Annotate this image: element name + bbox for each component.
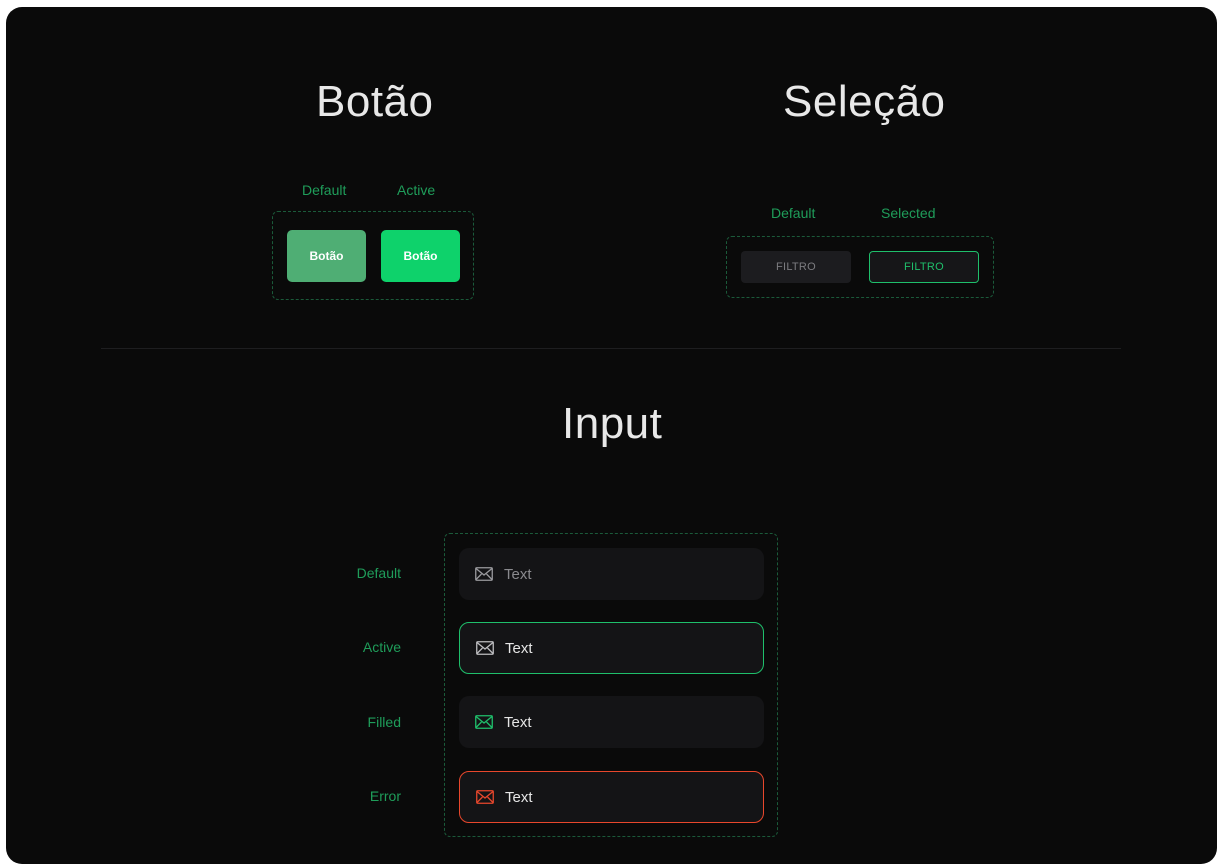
mail-icon — [476, 641, 494, 655]
button-active[interactable]: Botão — [381, 230, 460, 282]
filter-chip-default[interactable]: FILTRO — [741, 251, 851, 283]
selection-state-label-default: Default — [771, 205, 816, 221]
selection-state-label-selected: Selected — [881, 205, 936, 221]
buttons-section-title: Botão — [316, 77, 434, 126]
input-state-label-active: Active — [362, 639, 401, 655]
input-value: Text — [504, 713, 532, 731]
email-input-default[interactable]: Text — [459, 548, 764, 600]
mail-icon — [476, 790, 494, 804]
email-input-active[interactable]: Text — [459, 622, 764, 674]
button-default[interactable]: Botão — [287, 230, 366, 282]
input-state-label-error: Error — [369, 788, 401, 804]
input-value: Text — [504, 565, 532, 583]
button-state-label-default: Default — [302, 182, 347, 198]
buttons-variant-group: Botão Botão — [272, 211, 474, 300]
input-value: Text — [505, 639, 533, 657]
mail-icon — [475, 567, 493, 581]
input-section-title: Input — [562, 399, 663, 448]
input-value: Text — [505, 788, 533, 806]
canvas-frame: Botão Default Active Botão Botão Seleção… — [6, 7, 1217, 864]
email-input-filled[interactable]: Text — [459, 696, 764, 748]
input-state-label-filled: Filled — [367, 714, 401, 730]
button-state-label-active: Active — [397, 182, 436, 198]
selection-variant-group: FILTRO FILTRO — [726, 236, 994, 298]
input-state-label-default: Default — [356, 565, 401, 581]
filter-chip-selected[interactable]: FILTRO — [869, 251, 979, 283]
email-input-error[interactable]: Text — [459, 771, 764, 823]
selection-section-title: Seleção — [783, 77, 946, 126]
section-divider — [101, 348, 1121, 349]
mail-icon — [475, 715, 493, 729]
